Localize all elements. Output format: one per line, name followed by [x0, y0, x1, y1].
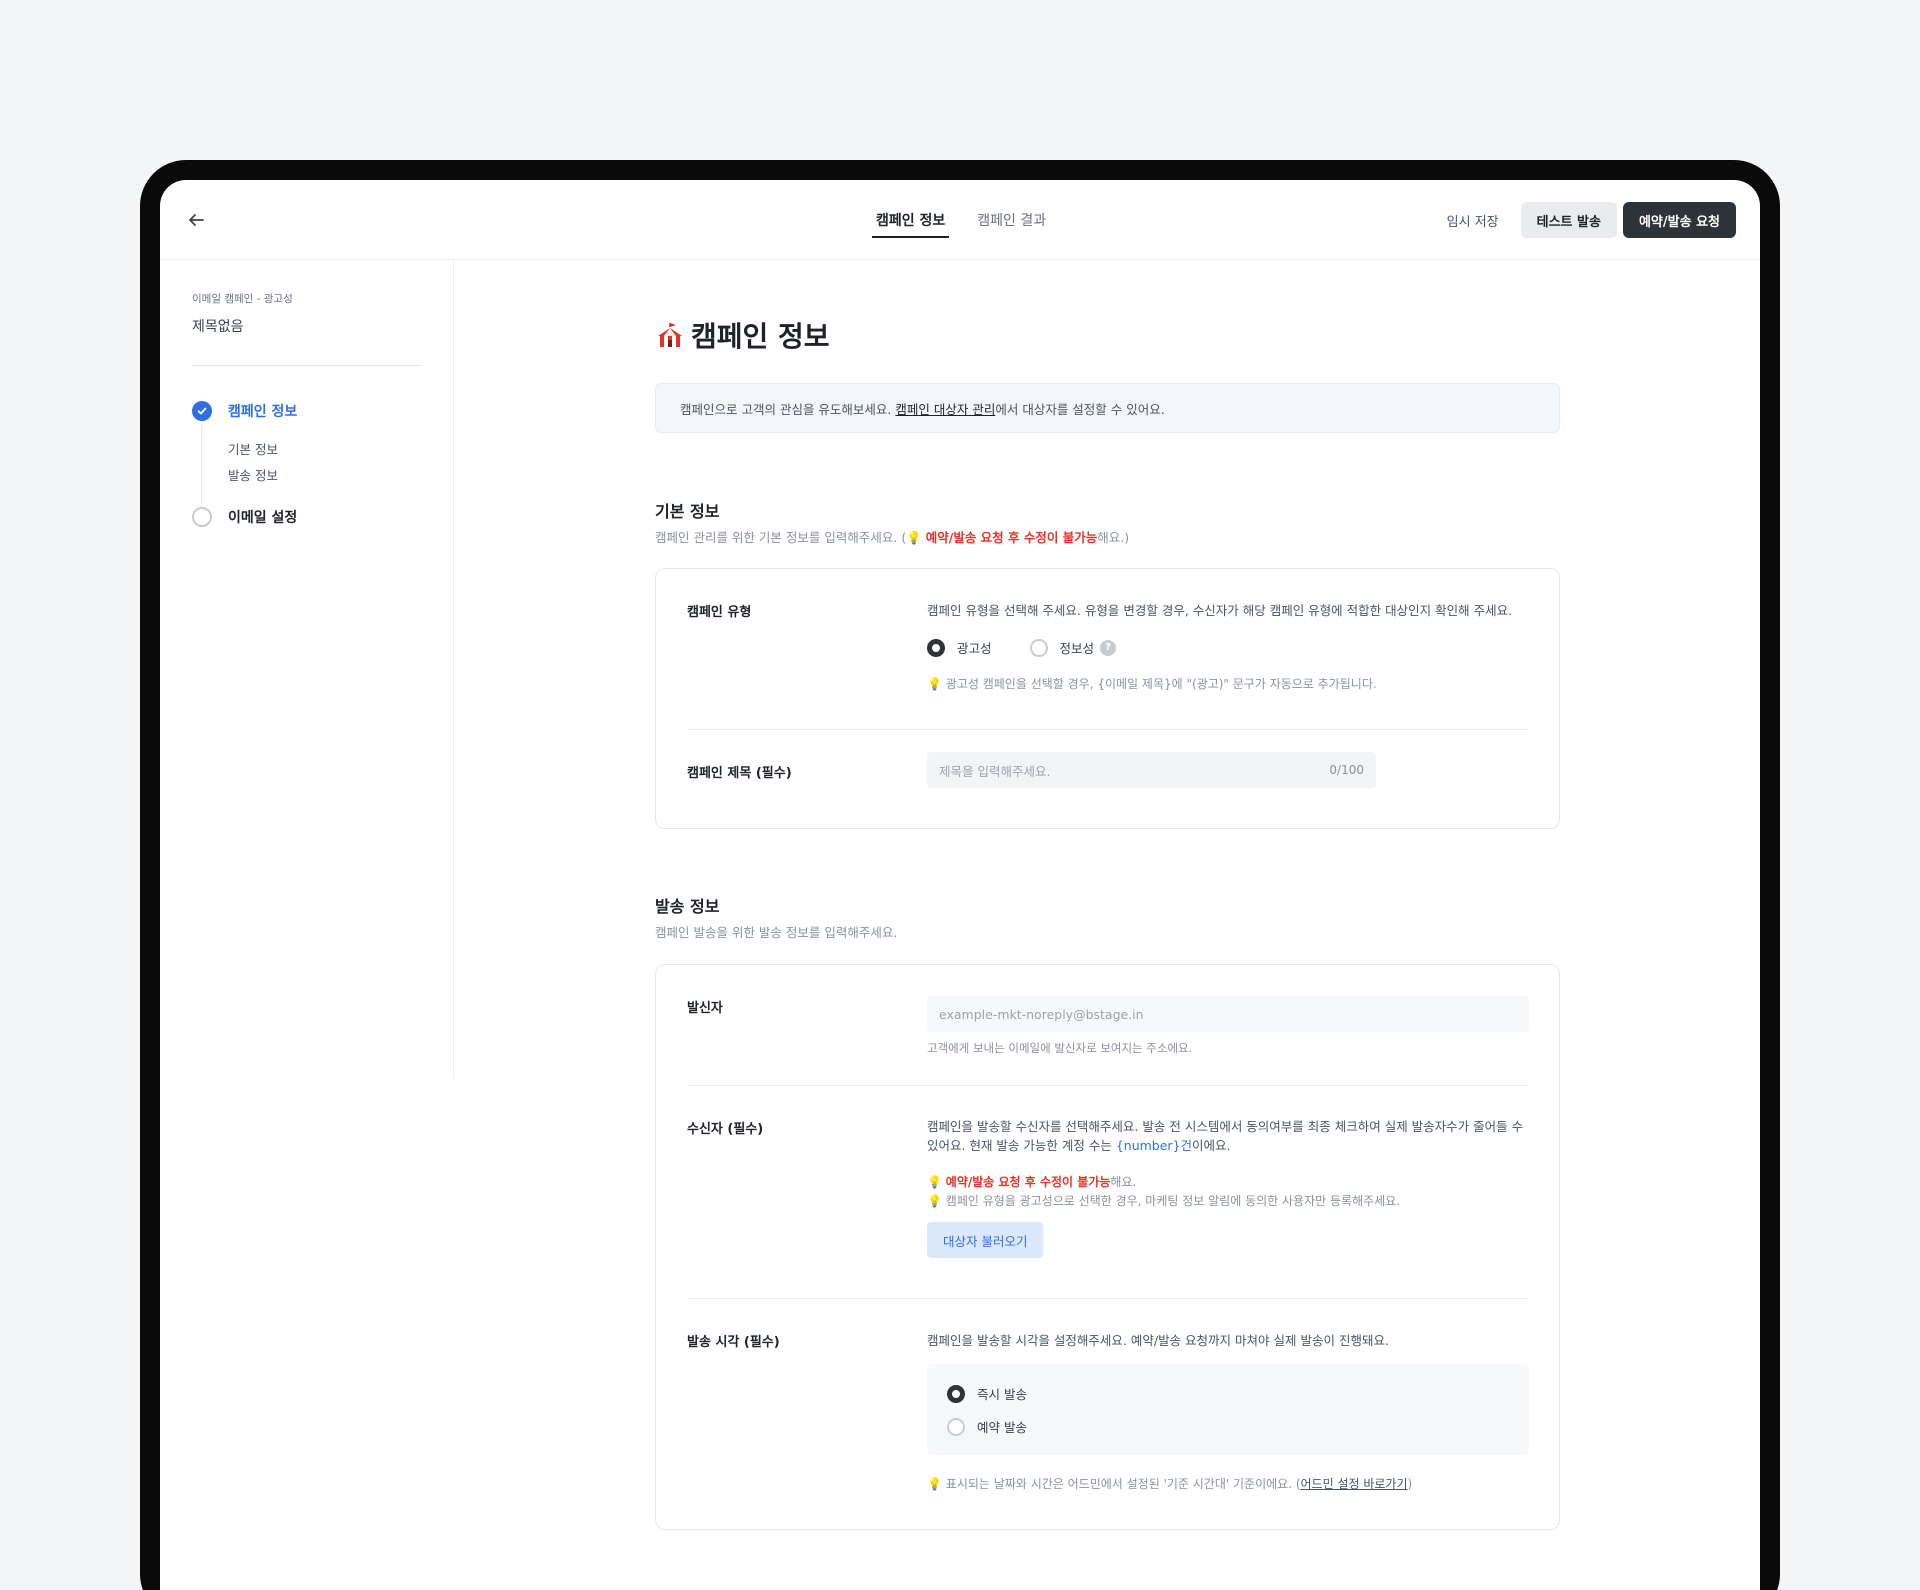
recipient-desc: 캠페인을 발송할 수신자를 선택해주세요. 발송 전 시스템에서 동의여부를 최…	[927, 1117, 1529, 1155]
radio-label: 예약 발송	[977, 1420, 1027, 1435]
hint-text: 캠페인 유형을 광고성으로 선택한 경우, 마케팅 정보 알림에 동의한 사용자…	[945, 1194, 1401, 1208]
arrow-left-icon	[189, 214, 204, 226]
lightbulb-icon: 💡	[906, 530, 922, 545]
radio-send-scheduled[interactable]: 예약 발송	[947, 1417, 1471, 1436]
recipient-hint-1: 💡 예약/발송 요청 후 수정이 불가능해요.	[927, 1173, 1529, 1192]
question-icon[interactable]: ?	[1100, 639, 1117, 656]
radio-label: 정보성	[1059, 641, 1095, 656]
sidebar: 이메일 캠페인 - 광고성 제목없음 캠페인 정보 기본 정보 발송 정보 이메…	[160, 261, 454, 1079]
lightbulb-icon: 💡	[927, 1194, 942, 1208]
section-desc-basic: 캠페인 관리를 위한 기본 정보를 입력해주세요. (💡 예약/발송 요청 후 …	[655, 527, 1129, 546]
check-circle-icon	[192, 401, 212, 421]
radio-unchecked-icon	[1029, 638, 1048, 657]
radio-unchecked-icon	[947, 1417, 965, 1436]
reserve-send-button[interactable]: 예약/발송 요청	[1622, 202, 1736, 238]
recipient-label: 수신자 (필수)	[687, 1122, 764, 1137]
top-bar: 캠페인 정보 캠페인 결과 임시 저장 테스트 발송 예약/발송 요청	[160, 180, 1760, 260]
sender-label: 발신자	[687, 1001, 723, 1016]
row-divider	[687, 729, 1529, 730]
lightbulb-icon: 💡	[927, 1175, 942, 1189]
step-email-settings[interactable]: 이메일 설정	[192, 507, 297, 527]
campaign-type-hint: 💡 광고성 캠페인을 선택할 경우, {이메일 제목}에 "(광고)" 문구가 …	[927, 675, 1529, 694]
radio-checked-icon	[947, 1384, 965, 1403]
row-divider	[687, 1298, 1529, 1299]
section-desc-send: 캠페인 발송을 위한 발송 정보를 입력해주세요.	[655, 925, 898, 940]
campaign-title-content: 제목을 입력해주세요. 0/100	[927, 752, 1376, 788]
lightbulb-icon: 💡	[927, 677, 942, 691]
radio-advertising[interactable]: 광고성	[927, 638, 992, 657]
hint-text: 해요.	[1110, 1175, 1137, 1189]
input-placeholder: example-mkt-noreply@bstage.in	[939, 1006, 1144, 1022]
hint-text: 표시되는 날짜와 시간은 어드민에서 설정된 '기준 시간대' 기준이에요. (	[945, 1477, 1301, 1491]
radio-informational[interactable]: 정보성 ?	[1029, 638, 1117, 657]
basic-info-card: 캠페인 유형 캠페인 유형을 선택해 주세요. 유형을 변경할 경우, 수신자가…	[655, 568, 1560, 829]
tab-campaign-result[interactable]: 캠페인 결과	[977, 180, 1046, 260]
char-counter: 0/100	[1329, 763, 1364, 777]
hint-text: 광고성 캠페인을 선택할 경우, {이메일 제목}에 "(광고)" 문구가 자동…	[945, 677, 1377, 691]
radio-label: 즉시 발송	[977, 1387, 1027, 1402]
section-title-send: 발송 정보	[655, 897, 720, 916]
test-send-button[interactable]: 테스트 발송	[1520, 202, 1617, 238]
send-time-content: 캠페인을 발송할 시각을 설정해주세요. 예약/발송 요청까지 마쳐야 실제 발…	[927, 1331, 1529, 1494]
send-info-card: 발신자 example-mkt-noreply@bstage.in 고객에게 보…	[655, 964, 1560, 1530]
send-time-hint: 💡 표시되는 날짜와 시간은 어드민에서 설정된 '기준 시간대' 기준이에요.…	[927, 1475, 1529, 1494]
sidebar-divider	[192, 365, 422, 366]
recipient-hint-2: 💡 캠페인 유형을 광고성으로 선택한 경우, 마케팅 정보 알림에 동의한 사…	[927, 1192, 1529, 1211]
warning-text: 예약/발송 요청 후 수정이 불가능	[925, 530, 1098, 545]
admin-settings-link[interactable]: 어드민 설정 바로가기	[1301, 1477, 1408, 1491]
step-campaign-info[interactable]: 캠페인 정보	[192, 401, 297, 421]
tab-bar: 캠페인 정보 캠페인 결과	[871, 180, 1078, 260]
notice-text: 캠페인으로 고객의 관심을 유도해보세요.	[680, 401, 892, 417]
page-heading: 캠페인 정보	[691, 320, 830, 353]
recipient-count: {number}건	[1115, 1138, 1193, 1153]
send-time-options: 즉시 발송 예약 발송	[927, 1364, 1529, 1455]
recipient-content: 캠페인을 발송할 수신자를 선택해주세요. 발송 전 시스템에서 동의여부를 최…	[927, 1117, 1529, 1258]
sender-hint: 고객에게 보내는 이메일에 발신자로 보여지는 주소에요.	[927, 1041, 1193, 1055]
send-time-label: 발송 시각 (필수)	[687, 1335, 780, 1350]
row-divider	[687, 1085, 1529, 1086]
section-title-basic: 기본 정보	[655, 502, 720, 521]
sidebar-breadcrumb: 이메일 캠페인 - 광고성	[192, 293, 293, 305]
substep-send-info[interactable]: 발송 정보	[228, 465, 278, 484]
desc-text-after: 이에요.	[1192, 1138, 1231, 1153]
lightbulb-icon: 💡	[927, 1477, 942, 1491]
substep-basic-info[interactable]: 기본 정보	[228, 439, 278, 458]
draft-save-button[interactable]: 임시 저장	[1425, 202, 1521, 238]
campaign-type-desc: 캠페인 유형을 선택해 주세요. 유형을 변경할 경우, 수신자가 해당 캠페인…	[927, 603, 1513, 618]
campaign-type-content: 캠페인 유형을 선택해 주세요. 유형을 변경할 경우, 수신자가 해당 캠페인…	[927, 601, 1529, 694]
page-title: 캠페인 정보	[655, 315, 830, 355]
campaign-title-label: 캠페인 제목 (필수)	[687, 766, 792, 781]
empty-circle-icon	[192, 507, 212, 527]
tab-campaign-info[interactable]: 캠페인 정보	[871, 180, 950, 260]
back-button[interactable]	[182, 206, 210, 234]
notice-link[interactable]: 캠페인 대상자 관리	[895, 399, 995, 418]
sender-input[interactable]: example-mkt-noreply@bstage.in	[927, 996, 1529, 1032]
warning-text: 예약/발송 요청 후 수정이 불가능	[945, 1175, 1111, 1189]
load-recipients-button[interactable]: 대상자 불러오기	[927, 1222, 1044, 1258]
app-screen: 캠페인 정보 캠페인 결과 임시 저장 테스트 발송 예약/발송 요청 이메일 …	[160, 180, 1760, 1590]
campaign-type-label: 캠페인 유형	[687, 605, 752, 620]
sender-content: example-mkt-noreply@bstage.in 고객에게 보내는 이…	[927, 996, 1529, 1058]
radio-send-now[interactable]: 즉시 발송	[947, 1384, 1471, 1403]
hint-text-after: )	[1407, 1477, 1413, 1491]
circus-tent-icon	[658, 323, 682, 347]
input-placeholder: 제목을 입력해주세요.	[939, 763, 1051, 779]
campaign-title-input[interactable]: 제목을 입력해주세요. 0/100	[927, 752, 1376, 788]
desc-text: 캠페인 관리를 위한 기본 정보를 입력해주세요. (	[655, 530, 907, 545]
sidebar-campaign-title: 제목없음	[192, 319, 244, 335]
step-connector	[201, 424, 202, 514]
notice-text-after: 에서 대상자를 설정할 수 있어요.	[995, 401, 1165, 417]
desc-text-after: 해요.)	[1097, 530, 1130, 545]
info-notice: 캠페인으로 고객의 관심을 유도해보세요. 캠페인 대상자 관리 에서 대상자를 …	[655, 383, 1560, 433]
step-label: 캠페인 정보	[228, 404, 298, 420]
campaign-type-radio-group: 광고성 정보성 ?	[927, 638, 1529, 657]
radio-label: 광고성	[957, 641, 992, 656]
step-label: 이메일 설정	[228, 510, 298, 526]
radio-checked-icon	[927, 638, 945, 657]
header-actions: 임시 저장 테스트 발송 예약/발송 요청	[1425, 202, 1736, 238]
send-time-desc: 캠페인을 발송할 시각을 설정해주세요. 예약/발송 요청까지 마쳐야 실제 발…	[927, 1333, 1389, 1348]
